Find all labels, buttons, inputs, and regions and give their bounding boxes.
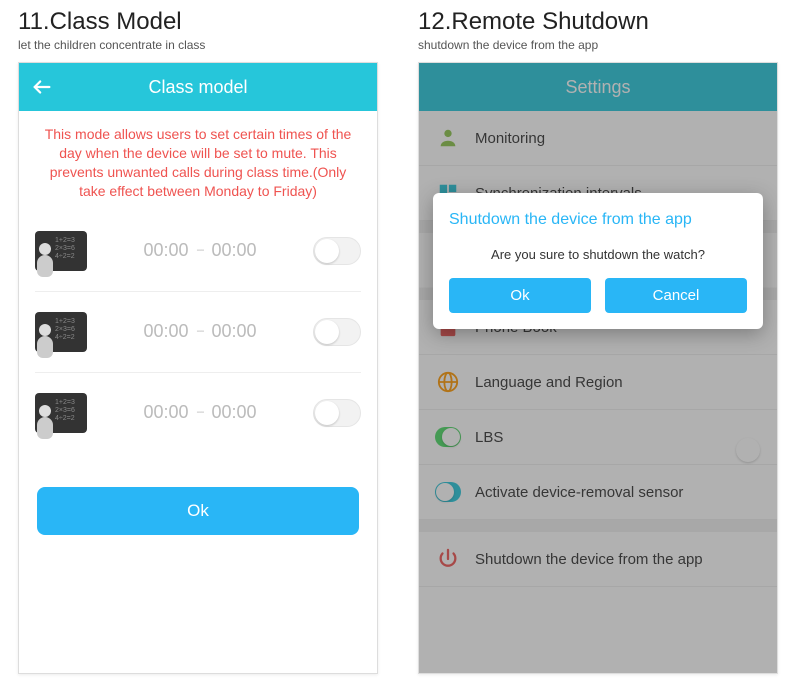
time-slot-list: 1+2=32×3=64÷2=2 00:00 --- 00:00 1+2=32×3…	[19, 211, 377, 453]
section-12-subtitle: shutdown the device from the app	[418, 38, 782, 52]
time-slot: 1+2=32×3=64÷2=2 00:00 --- 00:00	[35, 292, 361, 373]
arrow-left-icon	[31, 76, 53, 98]
dialog-cancel-button[interactable]: Cancel	[605, 278, 747, 313]
time-separator: ---	[197, 245, 204, 256]
time-separator: ---	[197, 407, 204, 418]
time-range[interactable]: 00:00 --- 00:00	[87, 321, 313, 342]
modal-backdrop[interactable]	[419, 63, 777, 673]
slot-toggle[interactable]	[313, 237, 361, 265]
class-icon: 1+2=32×3=64÷2=2	[35, 393, 87, 433]
time-slot: 1+2=32×3=64÷2=2 00:00 --- 00:00	[35, 211, 361, 292]
shutdown-dialog: Shutdown the device from the app Are you…	[433, 193, 763, 329]
section-12-title: 12.Remote Shutdown	[418, 8, 782, 36]
time-separator: ---	[197, 326, 204, 337]
start-time: 00:00	[143, 240, 188, 261]
slot-toggle[interactable]	[313, 318, 361, 346]
slot-toggle[interactable]	[313, 399, 361, 427]
section-11-subtitle: let the children concentrate in class	[18, 38, 382, 52]
section-11-title: 11.Class Model	[18, 8, 382, 36]
dialog-ok-button[interactable]: Ok	[449, 278, 591, 313]
phone-class-model: Class model This mode allows users to se…	[18, 62, 378, 674]
start-time: 00:00	[143, 321, 188, 342]
time-range[interactable]: 00:00 --- 00:00	[87, 402, 313, 423]
dialog-title: Shutdown the device from the app	[449, 211, 747, 229]
start-time: 00:00	[143, 402, 188, 423]
end-time: 00:00	[212, 240, 257, 261]
end-time: 00:00	[212, 321, 257, 342]
time-slot: 1+2=32×3=64÷2=2 00:00 --- 00:00	[35, 373, 361, 453]
mode-description: This mode allows users to set certain ti…	[19, 111, 377, 211]
class-icon: 1+2=32×3=64÷2=2	[35, 312, 87, 352]
topbar: Class model	[19, 63, 377, 111]
end-time: 00:00	[212, 402, 257, 423]
ok-button[interactable]: Ok	[37, 487, 359, 535]
back-button[interactable]	[31, 63, 53, 111]
screen-title: Class model	[148, 77, 247, 98]
phone-settings: Settings Monitoring Synchronization inte…	[418, 62, 778, 674]
time-range[interactable]: 00:00 --- 00:00	[87, 240, 313, 261]
dialog-message: Are you sure to shutdown the watch?	[449, 247, 747, 262]
class-icon: 1+2=32×3=64÷2=2	[35, 231, 87, 271]
